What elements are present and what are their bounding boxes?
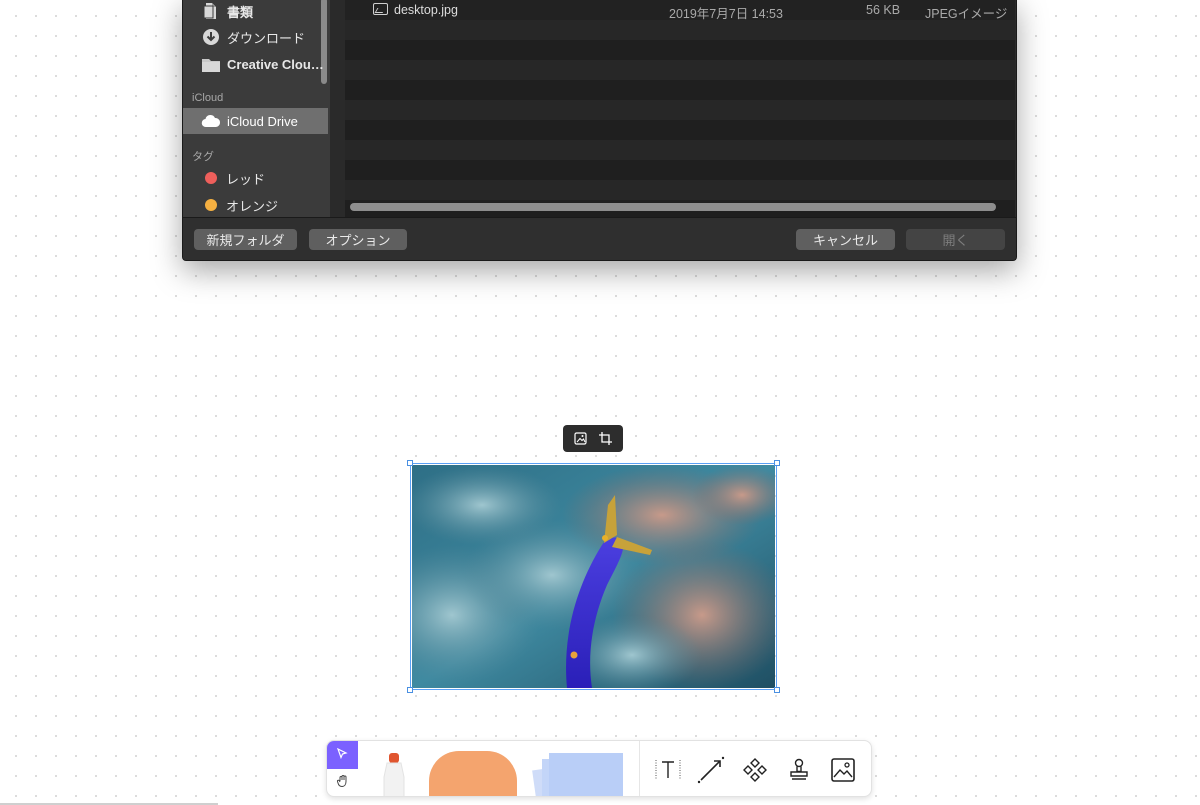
folder-icon <box>201 54 221 74</box>
cursor-icon <box>336 746 348 764</box>
download-icon <box>201 27 221 47</box>
sidebar-item-creative-cloud[interactable]: Creative Clou… <box>183 51 328 77</box>
sidebar-item-documents[interactable]: 書類 <box>183 0 328 24</box>
sidebar-item-downloads[interactable]: ダウンロード <box>183 24 328 50</box>
sidebar-item-label: 書類 <box>227 4 254 20</box>
file-list-row-bg <box>345 20 1015 40</box>
sidebar-item-label: Creative Clou… <box>227 56 324 72</box>
image-selection-frame <box>407 460 780 693</box>
shape-icon <box>429 751 517 796</box>
orange-tag-icon <box>205 199 217 211</box>
crop-icon[interactable] <box>596 429 616 449</box>
sidebar-item-label: オレンジ <box>226 198 279 214</box>
file-row-desktop-jpg[interactable]: desktop.jpg 2019年7月7日 14:53 56 KB JPEGイメ… <box>345 0 1015 21</box>
stamp-tool-button[interactable] <box>783 754 815 786</box>
bottom-toolbar <box>326 740 872 797</box>
toolbar-divider <box>639 741 640 796</box>
sidebar-section-tags: タグ <box>192 151 214 163</box>
new-folder-button[interactable]: 新規フォルダ <box>194 229 297 250</box>
hand-tool-button[interactable] <box>327 769 358 796</box>
sidebar-item-icloud-drive[interactable]: iCloud Drive <box>183 108 328 134</box>
file-name: desktop.jpg <box>394 3 458 17</box>
sidebar-item-label: レッド <box>226 171 266 187</box>
image-context-toolbar <box>563 425 623 452</box>
file-list-row-bg <box>345 40 1015 60</box>
options-button[interactable]: オプション <box>309 229 407 250</box>
file-open-dialog: 書類 ダウンロード Creative Clou… iCloud iCloud D… <box>182 0 1017 261</box>
sticky-note-icon <box>532 753 623 796</box>
open-button[interactable]: 開く <box>906 229 1005 250</box>
file-list: desktop.jpg 2019年7月7日 14:53 56 KB JPEGイメ… <box>345 0 1015 217</box>
file-list-row-bg <box>345 100 1015 120</box>
marker-tool-button[interactable] <box>377 749 413 796</box>
component-icon <box>743 758 767 782</box>
marker-icon <box>383 753 405 796</box>
sticky-note-tool-button[interactable] <box>532 751 627 796</box>
connector-tool-button[interactable] <box>695 754 727 786</box>
resize-handle-top-left[interactable] <box>407 460 413 466</box>
sidebar-item-tag-red[interactable]: レッド <box>183 165 328 191</box>
image-icon[interactable] <box>571 429 591 449</box>
image-icon <box>831 758 855 782</box>
shape-tool-button[interactable] <box>429 751 519 796</box>
cancel-button[interactable]: キャンセル <box>796 229 895 250</box>
hand-icon <box>336 774 350 793</box>
connector-icon <box>697 756 725 784</box>
cloud-icon <box>201 111 221 131</box>
image-tool-button[interactable] <box>827 754 859 786</box>
sidebar-item-label: iCloud Drive <box>227 113 298 129</box>
resize-handle-bottom-left[interactable] <box>407 687 413 693</box>
sidebar-item-label: ダウンロード <box>227 30 306 46</box>
file-list-row-bg <box>345 140 1015 160</box>
sidebar-section-icloud: iCloud <box>192 92 224 104</box>
dialog-footer: 新規フォルダ オプション キャンセル 開く <box>183 217 1016 260</box>
resize-handle-top-right[interactable] <box>774 460 780 466</box>
text-tool-button[interactable] <box>652 754 684 786</box>
document-icon <box>201 1 221 21</box>
file-list-row-bg <box>345 120 1015 140</box>
text-icon <box>655 760 681 780</box>
red-tag-icon <box>205 172 217 184</box>
image-file-icon <box>373 3 388 15</box>
file-list-row-bg <box>345 160 1015 180</box>
file-list-row-bg <box>345 60 1015 80</box>
component-tool-button[interactable] <box>739 754 771 786</box>
file-list-row-bg <box>345 180 1015 200</box>
horizontal-scrollbar[interactable] <box>350 203 996 211</box>
select-tool-button[interactable] <box>327 741 358 769</box>
sidebar-item-tag-orange[interactable]: オレンジ <box>183 192 328 217</box>
file-size: 56 KB <box>866 3 901 17</box>
stamp-icon <box>790 758 808 780</box>
file-date: 2019年7月7日 14:53 <box>669 7 783 21</box>
dialog-sidebar: 書類 ダウンロード Creative Clou… iCloud iCloud D… <box>183 0 330 217</box>
file-kind: JPEGイメージ <box>925 7 1008 21</box>
sidebar-divider <box>330 0 345 217</box>
resize-handle-bottom-right[interactable] <box>774 687 780 693</box>
file-list-row-bg <box>345 80 1015 100</box>
